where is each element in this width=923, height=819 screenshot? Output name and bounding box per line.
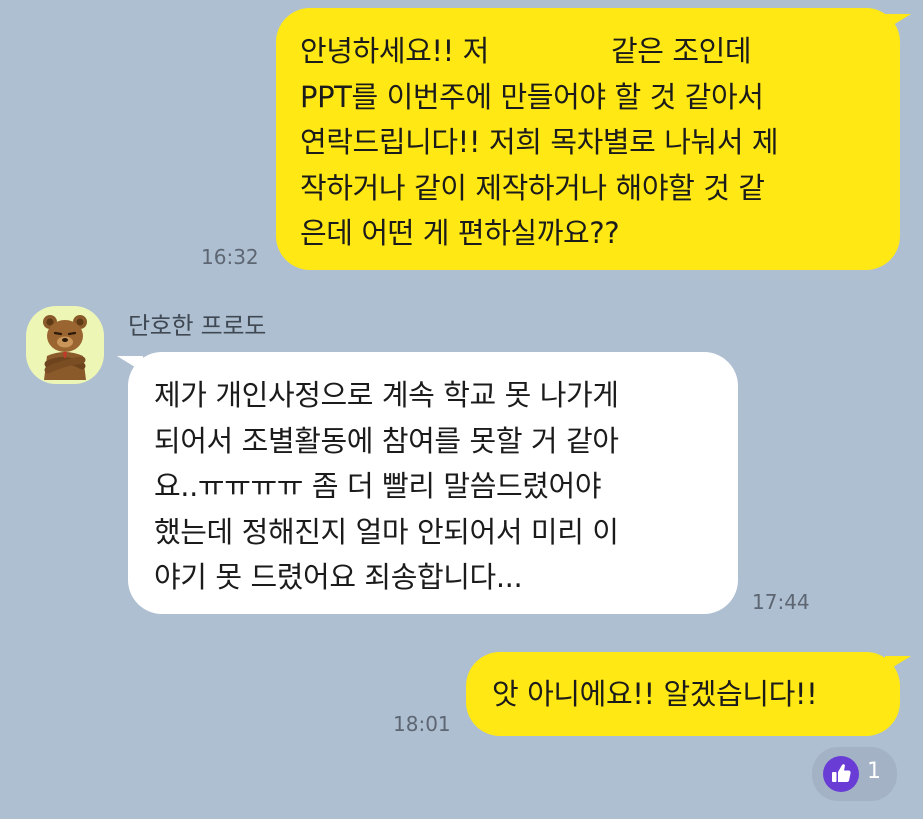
message-timestamp: 16:32 <box>201 245 259 269</box>
message-timestamp: 18:01 <box>393 712 451 736</box>
incoming-message-bubble[interactable]: 제가 개인사정으로 계속 학교 못 나가게 되어서 조별활동에 참여를 못할 거… <box>128 352 738 614</box>
message-line: 앗 아니에요!! 알겠습니다!! <box>492 677 818 711</box>
message-line: 했는데 정해진지 얼마 안되어서 미리 이 <box>154 514 619 549</box>
reaction-chip[interactable]: 1 <box>812 747 897 801</box>
message-line: 안녕하세요!! 저 같은 조인데 <box>300 34 752 68</box>
message-line: 제가 개인사정으로 계속 학교 못 나가게 <box>154 378 619 412</box>
thumbs-up-icon <box>823 756 859 792</box>
message-line: 되어서 조별활동에 참여를 못할 거 같아 <box>154 423 619 458</box>
message-line: PPT를 이번주에 만들어야 할 것 같아서 <box>300 79 764 114</box>
reaction-count: 1 <box>867 759 881 784</box>
outgoing-message-bubble[interactable]: 앗 아니에요!! 알겠습니다!! <box>466 652 900 736</box>
avatar[interactable] <box>26 306 104 384</box>
outgoing-message-bubble[interactable]: 안녕하세요!! 저 같은 조인데 PPT를 이번주에 만들어야 할 것 같아서 연… <box>276 8 900 270</box>
message-line: 요..ㅠㅠㅠㅠ 좀 더 빨리 말씀드렸어야 <box>154 469 602 503</box>
message-timestamp: 17:44 <box>752 590 810 614</box>
message-line: 연락드립니다!! 저희 목차별로 나눠서 제 <box>300 125 779 159</box>
message-line: 은데 어떤 게 편하실까요?? <box>300 216 620 250</box>
bear-avatar-icon <box>43 315 87 380</box>
sender-name: 단호한 프로도 <box>128 312 267 340</box>
message-line: 야기 못 드렸어요 죄송합니다... <box>154 560 523 594</box>
message-line: 작하거나 같이 제작하거나 해야할 것 같 <box>300 170 765 205</box>
